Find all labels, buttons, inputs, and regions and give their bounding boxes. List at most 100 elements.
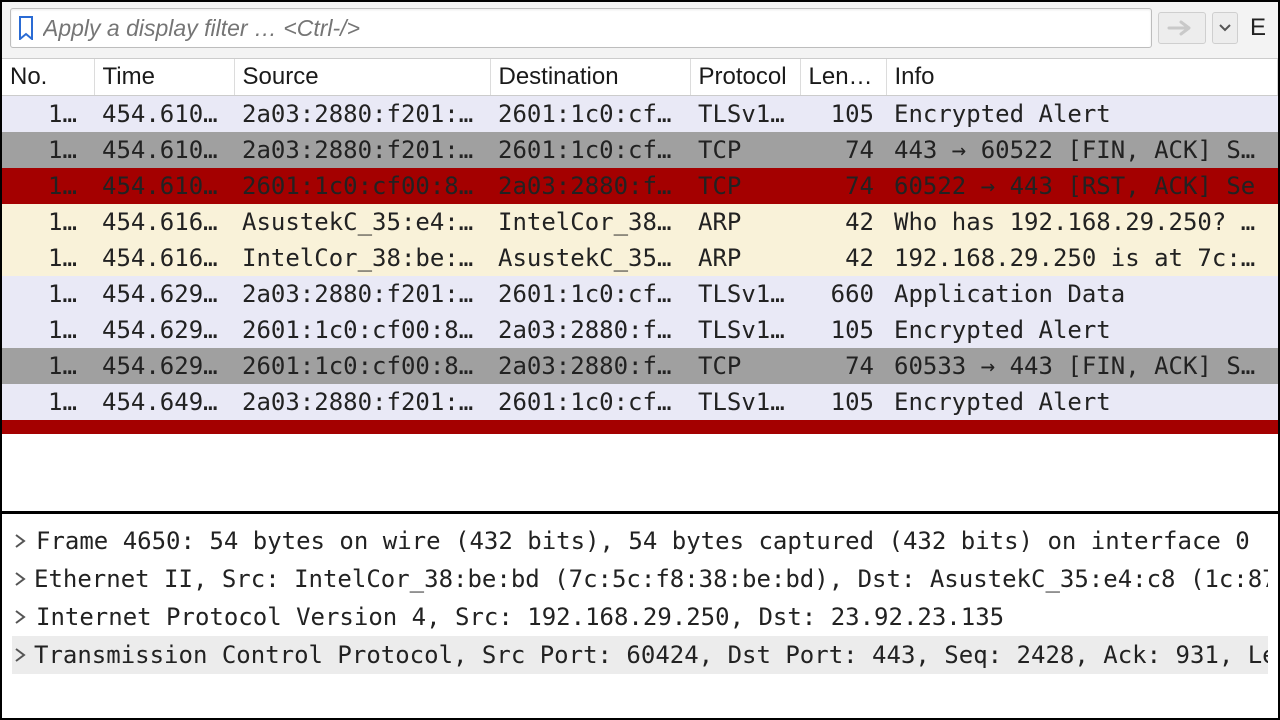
packet-row[interactable]: 11…454.6298652601:1c0:cf00:8…2a03:2880:f…: [2, 348, 1278, 384]
packet-row[interactable]: 11…454.6296042601:1c0:cf00:8…2a03:2880:f…: [2, 312, 1278, 348]
packet-row[interactable]: 11…454.616387AsustekC_35:e4:…IntelCor_38…: [2, 204, 1278, 240]
display-filter-box[interactable]: [10, 8, 1152, 48]
cell-no: 11…: [2, 240, 94, 276]
expression-button[interactable]: E: [1244, 14, 1270, 42]
packet-row[interactable]: 11…454.6294072a03:2880:f201:…2601:1c0:cf…: [2, 276, 1278, 312]
cell-dst: 2a03:2880:f20…: [490, 168, 690, 204]
cell-info: 192.168.29.250 is at 7c:5c:: [886, 240, 1278, 276]
app-window: E No. Time Source Destination Protocol L…: [0, 0, 1280, 720]
filter-history-dropdown[interactable]: [1212, 12, 1238, 44]
packet-row[interactable]: 11…454.6491582a03:2880:f201:…2601:1c0:cf…: [2, 384, 1278, 420]
detail-text: Internet Protocol Version 4, Src: 192.16…: [36, 603, 1004, 631]
cell-no: 11…: [2, 96, 94, 133]
cell-prot: TLSv1.2: [690, 276, 800, 312]
cell-len: 74: [800, 132, 886, 168]
packet-row[interactable]: 11…454.6104772601:1c0:cf00:8…2a03:2880:f…: [2, 168, 1278, 204]
filter-toolbar: E: [2, 2, 1278, 59]
cell-len: 74: [800, 348, 886, 384]
cell-time: 454.610432: [94, 96, 234, 133]
detail-tree-row[interactable]: Internet Protocol Version 4, Src: 192.16…: [12, 598, 1268, 636]
col-prot[interactable]: Protocol: [690, 59, 800, 96]
expand-caret-icon[interactable]: [14, 610, 28, 624]
cell-dst: 2601:1c0:cf00…: [490, 96, 690, 133]
cell-info: Encrypted Alert: [886, 96, 1278, 133]
cell-prot: ARP: [690, 204, 800, 240]
packet-header-row[interactable]: No. Time Source Destination Protocol Len…: [2, 59, 1278, 96]
cell-src: 2601:1c0:cf00:8…: [234, 312, 490, 348]
cell-time: 454.629865: [94, 348, 234, 384]
cell-dst: 2a03:2880:f20…: [490, 348, 690, 384]
detail-text: Ethernet II, Src: IntelCor_38:be:bd (7c:…: [34, 565, 1268, 593]
expand-caret-icon[interactable]: [14, 572, 26, 586]
packet-list-pane: No. Time Source Destination Protocol Len…: [2, 59, 1278, 514]
cell-len: 42: [800, 204, 886, 240]
cell-no: 11…: [2, 384, 94, 420]
cell-info: Encrypted Alert: [886, 384, 1278, 420]
packet-row[interactable]: 11…454.616412IntelCor_38:be:…AsustekC_35…: [2, 240, 1278, 276]
cell-info: Application Data: [886, 276, 1278, 312]
cell-no: 11…: [2, 348, 94, 384]
cell-time: 454.610477: [94, 168, 234, 204]
cell-no: 11…: [2, 204, 94, 240]
detail-text: Transmission Control Protocol, Src Port:…: [34, 641, 1268, 669]
cell-no: 11…: [2, 276, 94, 312]
detail-text: Frame 4650: 54 bytes on wire (432 bits),…: [36, 527, 1250, 555]
display-filter-input[interactable]: [43, 15, 1145, 42]
cell-len: 105: [800, 312, 886, 348]
cell-prot: ARP: [690, 240, 800, 276]
cell-dst: 2601:1c0:cf00…: [490, 384, 690, 420]
cell-len: 105: [800, 96, 886, 133]
cell-no: 11…: [2, 312, 94, 348]
detail-tree-row[interactable]: Transmission Control Protocol, Src Port:…: [12, 636, 1268, 674]
detail-tree-row[interactable]: Frame 4650: 54 bytes on wire (432 bits),…: [12, 522, 1268, 560]
cell-src: IntelCor_38:be:…: [234, 240, 490, 276]
packet-table[interactable]: No. Time Source Destination Protocol Len…: [2, 59, 1278, 434]
col-len[interactable]: Length: [800, 59, 886, 96]
cell-src: 2a03:2880:f201:…: [234, 132, 490, 168]
cell-prot: TCP: [690, 168, 800, 204]
cell-len: 42: [800, 240, 886, 276]
cell-dst: 2a03:2880:f20…: [490, 312, 690, 348]
detail-tree-row[interactable]: Ethernet II, Src: IntelCor_38:be:bd (7c:…: [12, 560, 1268, 598]
cell-info: Encrypted Alert: [886, 312, 1278, 348]
cell-time: 454.629407: [94, 276, 234, 312]
cell-src: 2a03:2880:f201:…: [234, 276, 490, 312]
cell-no: 11…: [2, 168, 94, 204]
cell-prot: TCP: [690, 132, 800, 168]
expand-caret-icon[interactable]: [14, 534, 28, 548]
packet-row-partial[interactable]: [2, 420, 1278, 434]
cell-dst: IntelCor_38:b…: [490, 204, 690, 240]
cell-src: 2a03:2880:f201:…: [234, 384, 490, 420]
cell-time: 454.629604: [94, 312, 234, 348]
cell-info: 60522 → 443 [RST, ACK] Se: [886, 168, 1278, 204]
cell-time: 454.649158: [94, 384, 234, 420]
cell-src: 2a03:2880:f201:…: [234, 96, 490, 133]
cell-dst: 2601:1c0:cf00…: [490, 132, 690, 168]
cell-info: 443 → 60522 [FIN, ACK] Seq=: [886, 132, 1278, 168]
cell-src: 2601:1c0:cf00:8…: [234, 348, 490, 384]
cell-prot: TLSv1.2: [690, 312, 800, 348]
packet-row[interactable]: 11…454.6104322a03:2880:f201:…2601:1c0:cf…: [2, 132, 1278, 168]
col-src[interactable]: Source: [234, 59, 490, 96]
cell-len: 660: [800, 276, 886, 312]
cell-time: 454.610432: [94, 132, 234, 168]
col-no[interactable]: No.: [2, 59, 94, 96]
cell-no: 11…: [2, 132, 94, 168]
col-info[interactable]: Info: [886, 59, 1278, 96]
cell-info: 60533 → 443 [FIN, ACK] Seq=: [886, 348, 1278, 384]
cell-src: 2601:1c0:cf00:8…: [234, 168, 490, 204]
cell-info: Who has 192.168.29.250? Tel: [886, 204, 1278, 240]
bookmark-icon[interactable]: [17, 16, 35, 40]
packet-details-pane[interactable]: Frame 4650: 54 bytes on wire (432 bits),…: [2, 514, 1278, 718]
apply-filter-button[interactable]: [1158, 12, 1206, 44]
packet-row[interactable]: 11…454.6104322a03:2880:f201:…2601:1c0:cf…: [2, 96, 1278, 133]
cell-dst: AsustekC_35:e…: [490, 240, 690, 276]
col-time[interactable]: Time: [94, 59, 234, 96]
cell-len: 105: [800, 384, 886, 420]
cell-prot: TCP: [690, 348, 800, 384]
cell-time: 454.616412: [94, 240, 234, 276]
cell-time: 454.616387: [94, 204, 234, 240]
col-dst[interactable]: Destination: [490, 59, 690, 96]
expand-caret-icon[interactable]: [14, 648, 26, 662]
cell-prot: TLSv1.2: [690, 96, 800, 133]
